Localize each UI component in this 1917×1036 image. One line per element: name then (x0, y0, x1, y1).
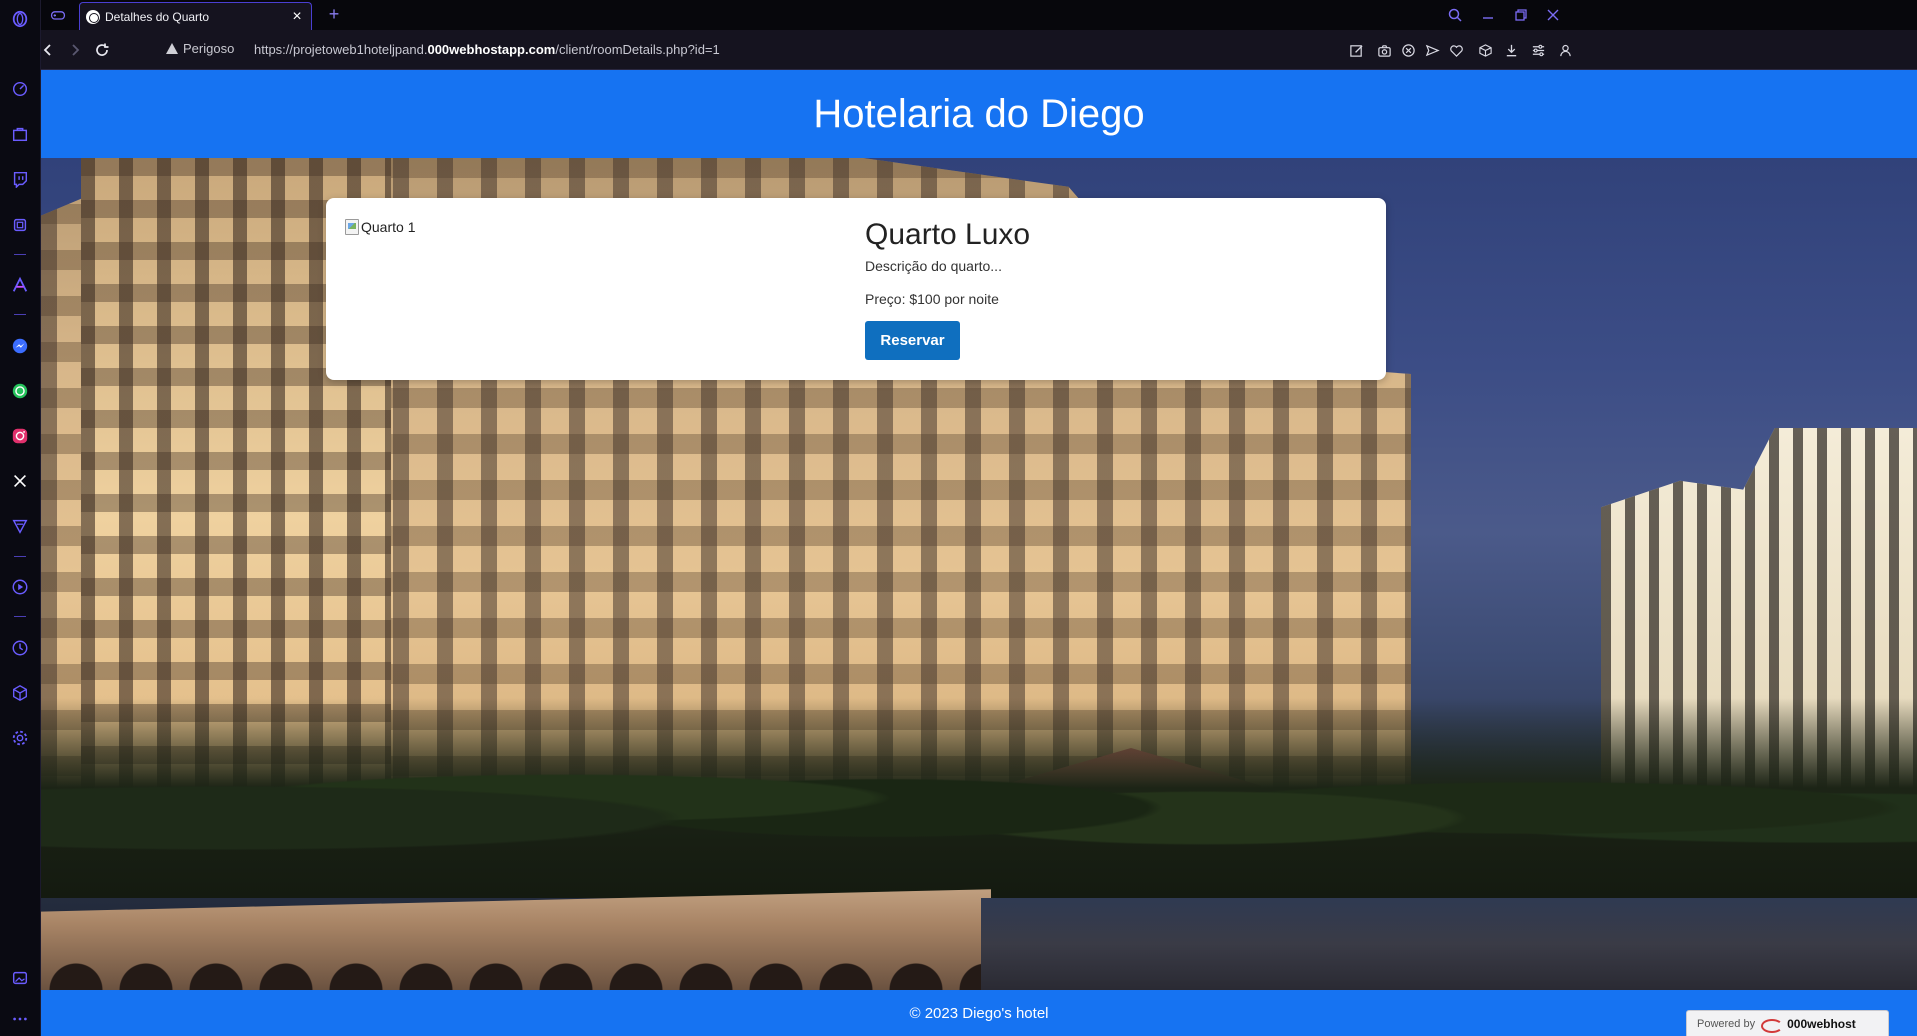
room-title: Quarto Luxo (865, 218, 1031, 251)
powered-by-badge[interactable]: Powered by 000webhost (1686, 1010, 1889, 1036)
search-tabs-icon[interactable] (1444, 4, 1466, 26)
close-circle-icon[interactable] (1398, 40, 1418, 60)
url-domain: 000webhostapp.com (427, 42, 556, 57)
sidebar-separator (14, 556, 26, 557)
heart-icon[interactable] (1446, 40, 1466, 60)
reload-button[interactable] (91, 39, 113, 61)
sidebar-separator (14, 616, 26, 617)
speed-dial-icon[interactable] (9, 78, 31, 100)
room-details-card: Quarto 1 Quarto Luxo Descrição do quarto… (326, 198, 1386, 380)
warning-icon (166, 43, 178, 54)
url-prefix: https://projetoweb1hoteljpand. (254, 42, 428, 57)
hero-background-image: Quarto 1 Quarto Luxo Descrição do quarto… (41, 158, 1917, 990)
site-header: Hotelaria do Diego (41, 70, 1917, 158)
history-icon[interactable] (9, 637, 31, 659)
security-label: Perigoso (183, 41, 235, 56)
room-image: Quarto 1 (345, 219, 415, 235)
lake-image (981, 898, 1917, 990)
security-warning[interactable]: Perigoso (166, 41, 234, 56)
webhost-logo-icon (1761, 1017, 1784, 1033)
instagram-icon[interactable] (9, 425, 31, 447)
trees-image (41, 698, 1917, 898)
room-price: Preço: $100 por noite (865, 291, 999, 307)
room-description: Descrição do quarto... (865, 258, 1002, 274)
window-close-icon[interactable] (1542, 4, 1564, 26)
forward-button[interactable] (64, 39, 86, 61)
download-icon[interactable] (1501, 40, 1521, 60)
cube-icon[interactable] (9, 682, 31, 704)
sidebar-separator (14, 314, 26, 315)
room-image-alt: Quarto 1 (361, 219, 416, 235)
site-title: Hotelaria do Diego (813, 91, 1145, 136)
tab-close-icon[interactable]: × (289, 8, 305, 25)
broken-image-icon (345, 219, 359, 235)
gallery-icon[interactable] (9, 967, 31, 989)
powered-by-label: Powered by (1697, 1017, 1756, 1030)
edit-icon[interactable] (1346, 40, 1366, 60)
browser-sidebar (0, 0, 41, 1036)
web-page: Hotelaria do Diego Quarto 1 Quarto Luxo … (41, 70, 1917, 1036)
site-footer: © 2023 Diego's hotel Powered by 000webho… (41, 990, 1917, 1036)
powered-by-brand: 000webhost (1787, 1016, 1856, 1031)
address-bar-row: Perigoso https://projetoweb1hoteljpand.0… (41, 30, 1917, 70)
twitch-icon[interactable] (9, 168, 31, 190)
url-field[interactable]: https://projetoweb1hoteljpand.000webhost… (254, 42, 720, 57)
account-icon[interactable] (1555, 40, 1575, 60)
messenger-icon[interactable] (9, 335, 31, 357)
restore-icon[interactable] (1510, 4, 1532, 26)
send-icon[interactable] (1422, 40, 1442, 60)
minimize-icon[interactable] (1477, 4, 1499, 26)
x-icon[interactable] (9, 470, 31, 492)
extension-icon[interactable] (9, 214, 31, 236)
opera-logo-icon[interactable] (9, 8, 31, 30)
tab-detalhes-do-quarto[interactable]: Detalhes do Quarto × (79, 2, 312, 30)
player-icon[interactable] (9, 576, 31, 598)
tab-title: Detalhes do Quarto (105, 9, 210, 24)
aria-icon[interactable] (9, 274, 31, 296)
vpn-icon[interactable] (9, 515, 31, 537)
tab-strip: Detalhes do Quarto × + (41, 0, 1917, 30)
new-tab-button[interactable]: + (324, 4, 344, 24)
whatsapp-icon[interactable] (9, 380, 31, 402)
camera-icon[interactable] (1374, 40, 1394, 60)
shopping-bag-icon[interactable] (9, 123, 31, 145)
box-icon[interactable] (1475, 40, 1495, 60)
footer-copyright: © 2023 Diego's hotel (909, 1004, 1049, 1022)
easy-setup-icon[interactable] (1528, 40, 1548, 60)
globe-icon (86, 9, 100, 24)
gamepad-icon[interactable] (47, 4, 69, 26)
url-suffix: /client/roomDetails.php?id=1 (555, 42, 720, 57)
more-icon[interactable] (9, 1008, 31, 1030)
reserve-button[interactable]: Reservar (865, 321, 960, 360)
settings-icon[interactable] (9, 727, 31, 749)
back-button[interactable] (37, 39, 59, 61)
sidebar-separator (14, 254, 26, 255)
